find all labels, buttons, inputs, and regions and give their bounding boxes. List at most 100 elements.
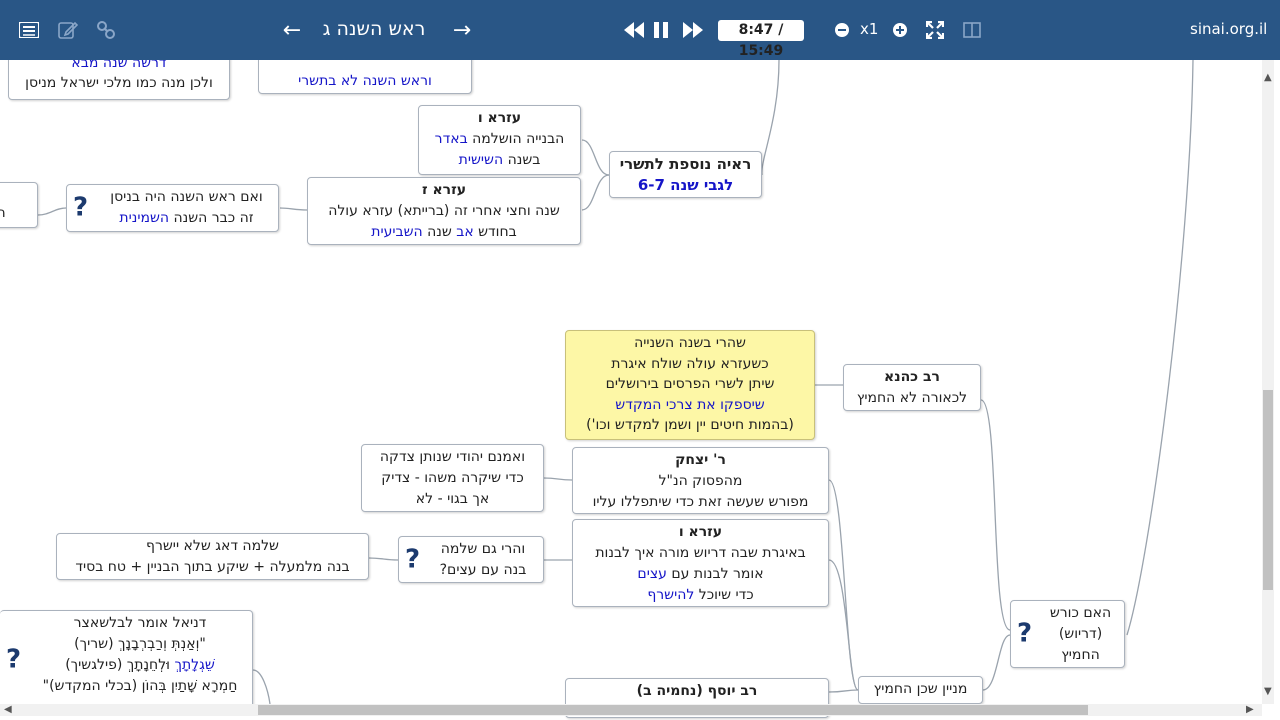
node-daniel[interactable]: ? דניאל אומר לבלשאצר "וְאַנְתְּ וְרַבְרְ… bbox=[0, 610, 253, 710]
horizontal-scroll-thumb[interactable] bbox=[258, 705, 1088, 715]
node-text: שיתן לשרי הפרסים בירושלים bbox=[605, 376, 775, 392]
node-left-edge[interactable]: המ bbox=[0, 182, 38, 228]
fast-forward-icon[interactable] bbox=[681, 16, 705, 44]
node-text: ואם ראש השנה היה בניסן bbox=[110, 189, 263, 205]
scroll-down-icon[interactable]: ▼ bbox=[1264, 686, 1272, 697]
node-text: והרי גם שלמה bbox=[440, 541, 526, 557]
node-highlight: להישרף bbox=[647, 587, 695, 603]
node-text: דניאל אומר לבלשאצר bbox=[73, 615, 207, 631]
playback-time: 8:47 / 15:49 bbox=[718, 20, 804, 59]
node-yellow-note[interactable]: שהרי בשנה השנייה כשעזרא עולה שולח איגרת … bbox=[565, 330, 815, 440]
node-text: בחודש bbox=[478, 224, 517, 240]
node-text: אך בגוי - לא bbox=[415, 491, 490, 507]
zoom-level: x1 bbox=[860, 20, 879, 38]
node-text: כדי שיוכל bbox=[698, 587, 754, 603]
node-text: מהפסוק הנ"ל bbox=[658, 473, 743, 489]
zoom-in-icon[interactable] bbox=[888, 16, 912, 44]
edit-icon[interactable] bbox=[56, 16, 80, 44]
vertical-scrollbar[interactable]: ▲ ▼ bbox=[1262, 60, 1274, 704]
lesson-title: ראש השנה ג bbox=[322, 18, 426, 40]
node-top-left[interactable]: דרשה שנה מבא ולכן מנה כמו מלכי ישראל מני… bbox=[8, 60, 230, 100]
site-link[interactable]: sinai.org.il bbox=[1190, 20, 1267, 38]
node-text: האם כורש bbox=[1049, 605, 1112, 621]
node-highlight: השישית bbox=[458, 152, 504, 168]
node-text: שנה bbox=[427, 224, 452, 240]
node-r-yitzchak[interactable]: ר' יצחק מהפסוק הנ"ל מפורש שעשה זאת כדי ש… bbox=[572, 447, 829, 514]
node-text: מפורש שעשה זאת כדי שיתפללו עליו bbox=[592, 494, 809, 510]
horizontal-scrollbar[interactable]: ◀ ▶ bbox=[0, 704, 1262, 716]
link-icon[interactable] bbox=[94, 16, 118, 44]
node-text: זה כבר השנה bbox=[173, 210, 254, 226]
node-ezra-6[interactable]: עזרא ו הבנייה הושלמה באדר בשנה השישית bbox=[418, 105, 581, 175]
rewind-icon[interactable] bbox=[622, 16, 646, 44]
fullscreen-icon[interactable] bbox=[923, 16, 947, 44]
split-view-icon[interactable] bbox=[960, 16, 984, 44]
node-title: עזרא ו bbox=[477, 110, 522, 126]
node-text: לכאורה לא החמיץ bbox=[856, 390, 968, 406]
node-text: ואמנם יהודי שנותן צדקה bbox=[379, 449, 526, 465]
node-title: ראיה נוספת לתשרי bbox=[619, 155, 752, 173]
node-text: הבנייה הושלמה bbox=[472, 131, 565, 147]
node-title: רב כהנא bbox=[884, 369, 940, 385]
question-mark-icon: ? bbox=[405, 544, 421, 574]
node-text: החמיץ bbox=[1061, 647, 1100, 663]
node-highlight: אב bbox=[456, 224, 474, 240]
node-text: שלמה דאג שלא יישרף bbox=[146, 538, 279, 554]
node-text: שנה וחצי אחרי זה (ברייתא) עזרא עולה bbox=[328, 203, 560, 219]
node-text: (דריוש) bbox=[1058, 626, 1103, 642]
node-text: אומר לבנות עם bbox=[671, 566, 764, 582]
scroll-up-icon[interactable]: ▲ bbox=[1264, 72, 1272, 83]
question-mark-icon: ? bbox=[6, 644, 22, 675]
node-text: וּלְחֵנָתָךְ (פילגשיך) bbox=[65, 657, 170, 673]
node-highlight: עצים bbox=[637, 566, 667, 582]
node-text: בשנה bbox=[507, 152, 541, 168]
node-text: לגבי שנה 6-7 bbox=[637, 176, 734, 194]
node-text: דרשה שנה מבא bbox=[71, 60, 167, 71]
next-arrow-icon[interactable]: → bbox=[450, 16, 474, 44]
node-highlight: שיספקו את צרכי המקדש bbox=[615, 396, 765, 413]
question-mark-icon: ? bbox=[73, 192, 89, 223]
node-title: ר' יצחק bbox=[675, 452, 726, 468]
node-highlight: השמינית bbox=[119, 210, 170, 226]
node-highlight: שֵׁגְלָתָךְ bbox=[174, 657, 215, 673]
menu-icon[interactable] bbox=[17, 16, 41, 44]
node-text: בנה מלמעלה + שיקע בתוך הבניין + טח בסיד bbox=[75, 559, 350, 575]
top-toolbar: ← ראש השנה ג → 8:47 / 15:49 x1 sinai.org… bbox=[0, 0, 1280, 60]
pause-icon[interactable] bbox=[649, 16, 673, 44]
node-minayin[interactable]: מניין שכן החמיץ bbox=[858, 676, 983, 704]
node-ezra-7[interactable]: עזרא ז שנה וחצי אחרי זה (ברייתא) עזרא עו… bbox=[307, 177, 581, 245]
node-text: כדי שיקרה משהו - צדיק bbox=[381, 470, 524, 486]
node-text: כשעזרא עולה שולח איגרת bbox=[611, 355, 769, 372]
node-nisan-question[interactable]: ? ואם ראש השנה היה בניסן זה כבר השנה השמ… bbox=[66, 184, 279, 232]
node-shlomo-daag[interactable]: שלמה דאג שלא יישרף בנה מלמעלה + שיקע בתו… bbox=[56, 533, 369, 580]
node-text: שהרי בשנה השנייה bbox=[634, 335, 746, 351]
node-title: רב יוסף (נחמיה ב) bbox=[636, 683, 758, 699]
node-text: מניין שכן החמיץ bbox=[873, 681, 968, 697]
node-tzedaka[interactable]: ואמנם יהודי שנותן צדקה כדי שיקרה משהו - … bbox=[361, 444, 544, 512]
node-title: עזרא ז bbox=[421, 182, 467, 198]
node-ezra-6-letter[interactable]: עזרא ו באיגרת שבה דריוש מורה איך לבנות א… bbox=[572, 519, 829, 607]
mindmap-canvas[interactable]: דרשה שנה מבא ולכן מנה כמו מלכי ישראל מני… bbox=[0, 60, 1280, 720]
node-text: (בהמות חיטים יין ושמן למקדש וכו') bbox=[586, 417, 794, 433]
node-highlight: השביעית bbox=[371, 224, 423, 240]
vertical-scroll-thumb[interactable] bbox=[1263, 390, 1273, 590]
node-highlight: באדר bbox=[434, 131, 468, 147]
zoom-out-icon[interactable] bbox=[830, 16, 854, 44]
question-mark-icon: ? bbox=[1017, 618, 1033, 649]
node-top-mid[interactable]: וראש השנה לא בתשרי bbox=[258, 60, 472, 94]
node-shlomo-question[interactable]: ? והרי גם שלמה בנה עם עצים? bbox=[398, 536, 544, 583]
node-text: "וְאַנְתְּ וְרַבְרְבָנָךְ (שריך) bbox=[74, 636, 206, 652]
node-text: ולכן מנה כמו מלכי ישראל מניסן bbox=[25, 75, 213, 91]
node-koresh-question[interactable]: ? האם כורש (דריוש) החמיץ bbox=[1010, 600, 1125, 668]
node-rav-kahana[interactable]: רב כהנא לכאורה לא החמיץ bbox=[843, 364, 981, 411]
prev-arrow-icon[interactable]: ← bbox=[280, 16, 304, 44]
node-title: עזרא ו bbox=[678, 524, 723, 540]
node-text: בנה עם עצים? bbox=[439, 562, 527, 578]
scroll-right-icon[interactable]: ▶ bbox=[1246, 704, 1254, 715]
node-text: חַמְרָא שָׁתַיִן בְּהוֹן (בכלי המקדש)" bbox=[42, 678, 238, 694]
node-text: המ bbox=[0, 205, 6, 221]
node-text: באיגרת שבה דריוש מורה איך לבנות bbox=[595, 545, 806, 561]
scroll-left-icon[interactable]: ◀ bbox=[4, 704, 12, 715]
node-raya-nosefet[interactable]: ראיה נוספת לתשרי לגבי שנה 6-7 bbox=[609, 151, 762, 198]
node-text: וראש השנה לא בתשרי bbox=[298, 73, 432, 89]
